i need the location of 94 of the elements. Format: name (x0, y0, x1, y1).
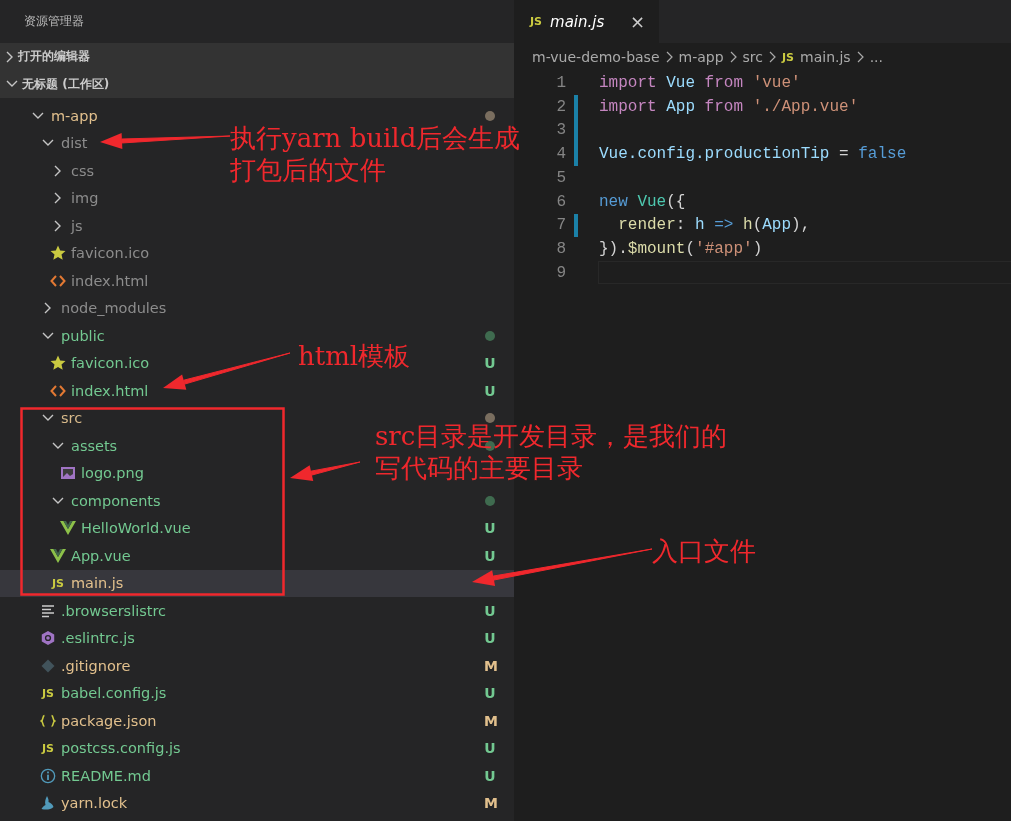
chevron-right-icon (665, 51, 673, 63)
tree-item[interactable]: favicon.ico (71, 355, 150, 372)
line-number: 5 (555, 168, 566, 187)
tree-item[interactable]: App.vue (71, 547, 131, 564)
tree-item[interactable]: postcss.config.js (61, 740, 181, 757)
chevron-right-icon (769, 51, 777, 63)
git-status-label: M (484, 712, 496, 729)
line-number: 7 (555, 216, 566, 235)
code-line: new Vue({ (598, 191, 687, 213)
tab-label: main.js (550, 12, 605, 31)
line-number: 8 (555, 240, 566, 259)
annotation-text: 执行yarn build后会生成 (230, 122, 521, 154)
git-status-label: U (484, 740, 496, 757)
tree-item[interactable]: favicon.ico (71, 245, 150, 262)
file-type-label: JS (42, 686, 54, 700)
tree-item[interactable]: logo.png (81, 465, 144, 482)
section-header[interactable]: 无标题 (工作区) (0, 70, 514, 98)
tree-item[interactable]: src (61, 410, 83, 427)
chevron-right-icon (729, 51, 737, 63)
annotation-text: src目录是开发目录，是我们的 (375, 420, 728, 452)
git-status-label: M (484, 657, 496, 674)
code-brackets-icon (50, 274, 66, 287)
line-number: 9 (555, 263, 566, 282)
annotation-text: 写代码的主要目录 (375, 452, 583, 484)
tree-item[interactable]: css (71, 162, 95, 179)
file-type-label: JS (782, 50, 795, 64)
line-number: 4 (555, 145, 566, 164)
breadcrumb-item[interactable]: main.js (800, 49, 851, 65)
chevron-down-icon (6, 80, 18, 89)
code-brackets-icon (50, 384, 66, 397)
git-status-label: U (484, 382, 496, 399)
line-number: 2 (555, 97, 566, 116)
tree-item[interactable]: babel.config.js (61, 685, 167, 702)
tree-item[interactable]: js (71, 217, 83, 234)
v-logo-icon (60, 521, 76, 536)
close-button[interactable]: × (629, 11, 645, 32)
annotation-text: html模板 (298, 340, 411, 372)
curly-braces-icon (40, 713, 56, 728)
tree-item[interactable]: yarn.lock (61, 795, 128, 812)
tree-item[interactable]: README.md (61, 767, 151, 784)
git-status-label: U (484, 767, 496, 784)
line-number: 3 (555, 121, 566, 140)
breadcrumb-item[interactable]: ... (869, 49, 884, 65)
code-line: Vue.config.productionTip = false (598, 144, 908, 166)
image-icon (60, 466, 76, 481)
v-logo-icon (50, 548, 66, 563)
star-icon (50, 245, 66, 262)
breadcrumb-item[interactable]: src (742, 49, 764, 65)
lines-icon (41, 603, 55, 618)
tree-item[interactable]: main.js (71, 575, 124, 592)
file-type-label: JS (42, 741, 54, 755)
tree-item[interactable]: img (71, 190, 99, 207)
annotation-text: 打包后的文件 (230, 154, 386, 186)
breadcrumb-item[interactable]: m-vue-demo-base (532, 49, 660, 65)
git-status-label: U (484, 602, 496, 619)
tree-item[interactable]: assets (71, 437, 118, 454)
git-status-label: U (484, 630, 496, 647)
line-number: 1 (555, 73, 566, 92)
hexagon-icon (40, 629, 56, 648)
section-header[interactable]: 打开的编辑器 (0, 43, 514, 71)
tree-item[interactable]: .browserslistrc (61, 602, 167, 619)
chevron-right-icon (6, 50, 14, 63)
diamond-icon (41, 658, 55, 673)
tree-item[interactable]: components (71, 492, 161, 509)
info-icon (40, 766, 56, 785)
tree-item[interactable]: index.html (71, 382, 149, 399)
git-status-label: U (484, 355, 496, 372)
tree-item[interactable]: public (61, 327, 105, 344)
tree-item[interactable]: m-app (51, 107, 98, 124)
code-line: render: h => h(App), (617, 215, 812, 237)
git-status-label: U (484, 685, 496, 702)
tree-item[interactable]: index.html (71, 272, 149, 289)
tree-item[interactable]: node_modules (61, 300, 167, 317)
tree-item[interactable]: dist (61, 135, 88, 152)
tree-item[interactable]: .eslintrc.js (61, 630, 135, 647)
star-icon (50, 355, 66, 372)
tree-item[interactable]: package.json (61, 712, 157, 729)
line-number: 6 (555, 192, 566, 211)
tree-item[interactable]: .gitignore (61, 657, 131, 674)
git-status-label: U (484, 520, 496, 537)
editor-tab[interactable]: JS main.js × (514, 0, 659, 43)
annotation-text: 入口文件 (652, 535, 756, 567)
file-type-label: JS (52, 576, 64, 590)
breadcrumb-item[interactable]: m-app (678, 49, 724, 65)
file-type-label: JS (530, 15, 542, 28)
code-line: import Vue from 'vue' (598, 72, 802, 94)
git-status-label: M (484, 795, 496, 812)
tree-item[interactable]: HelloWorld.vue (81, 520, 191, 537)
chevron-right-icon (856, 51, 864, 63)
git-status-label: U (484, 547, 496, 564)
panel-title: 资源管理器 (24, 13, 84, 30)
annotation-arrow (290, 461, 361, 481)
code-line: }).$mount('#app') (598, 239, 764, 261)
code-line: import App from './App.vue' (598, 96, 860, 118)
